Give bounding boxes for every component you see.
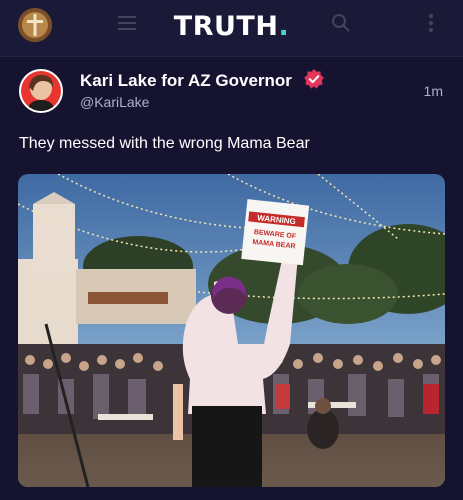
truth-logo: TRUTH. [0, 11, 463, 42]
post-text: They messed with the wrong Mama Bear [19, 135, 310, 152]
author-avatar-image [21, 71, 61, 111]
feed: Kari Lake for AZ Governor @KariLake 1m T… [0, 57, 463, 500]
logo-dot: . [278, 11, 290, 42]
author-avatar[interactable] [19, 69, 63, 113]
more-icon[interactable] [420, 12, 442, 34]
search-icon[interactable] [330, 12, 352, 34]
post-image[interactable]: WARNING BEWARE OF MAMA BEAR [18, 174, 445, 487]
author-handle[interactable]: @KariLake [80, 94, 149, 110]
post-timestamp: 1m [423, 83, 443, 99]
verified-badge-icon [304, 69, 324, 89]
rally-photo: WARNING BEWARE OF MAMA BEAR [18, 174, 445, 487]
author-name[interactable]: Kari Lake for AZ Governor [80, 71, 292, 91]
logo-text: TRUTH [173, 11, 279, 42]
top-bar: TRUTH. [0, 0, 463, 57]
